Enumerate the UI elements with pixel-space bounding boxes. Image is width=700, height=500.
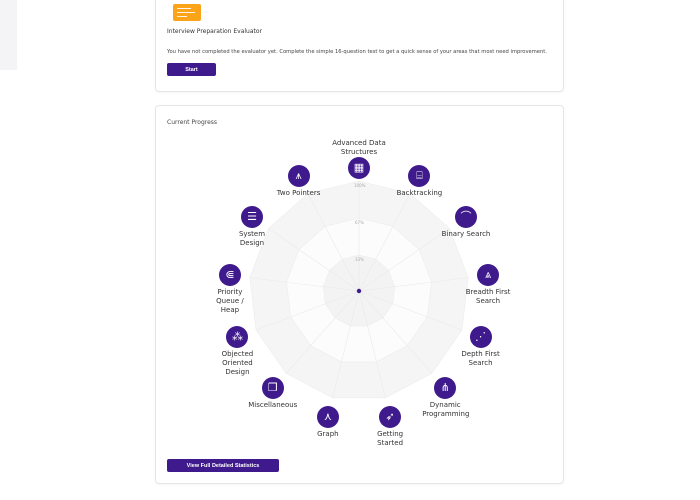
topic-node[interactable]: ⌒ Binary Search xyxy=(421,206,511,239)
topic-node[interactable]: ⋰ Depth First Search xyxy=(458,326,504,368)
topic-node[interactable]: ⩚ Two Pointers xyxy=(254,164,344,198)
tree-icon: ⋔ xyxy=(434,377,457,400)
topic-node[interactable]: ☰ System Design xyxy=(229,206,275,248)
topic-node[interactable]: ⋔ Dynamic Programming xyxy=(422,377,470,419)
two-pointers-icon: ⩚ xyxy=(287,164,310,187)
topic-node[interactable]: ➶ Getting Started xyxy=(367,406,413,448)
evaluator-card: Interview Preparation Evaluator You have… xyxy=(155,0,564,92)
topic-label: Graph xyxy=(317,430,339,439)
evaluator-title: Interview Preparation Evaluator xyxy=(167,28,263,35)
copy-squares-icon: ❐ xyxy=(261,377,284,400)
topic-label: Breadth First Search xyxy=(465,288,511,306)
binary-search-icon: ⌒ xyxy=(454,206,477,229)
evaluator-illustration xyxy=(173,4,201,21)
topic-label: Advanced Data Structures xyxy=(332,139,386,156)
topic-label: System Design xyxy=(238,230,266,248)
ring-label-67: 67% xyxy=(355,220,364,225)
topic-label: Depth First Search xyxy=(461,350,500,368)
view-statistics-button[interactable]: View Full Detailed Statistics xyxy=(167,459,279,472)
topic-node[interactable]: ❐ Miscellaneous xyxy=(228,377,318,410)
topic-label: Two Pointers xyxy=(276,188,321,197)
rocket-icon: ➶ xyxy=(379,406,402,429)
start-button[interactable]: Start xyxy=(167,63,216,76)
maze-icon: ⌸ xyxy=(408,164,431,187)
ring-label-100: 100% xyxy=(354,183,366,188)
queue-icon: ⋐ xyxy=(218,264,241,287)
topic-label: Objected Oriented Design xyxy=(221,350,254,377)
topic-label: Miscellaneous xyxy=(248,401,298,410)
topic-node[interactable]: ⌸ Backtracking xyxy=(374,164,464,198)
path-icon: ⋰ xyxy=(469,326,492,349)
topic-node[interactable]: ⁂ Objected Oriented Design xyxy=(214,326,260,377)
topic-label: Binary Search xyxy=(441,230,491,239)
hierarchy-icon: ⁂ xyxy=(226,326,249,349)
graph-icon: ⋏ xyxy=(316,406,339,429)
topic-label: Priority Queue / Heap xyxy=(216,288,244,315)
topic-label: Getting Started xyxy=(377,430,404,448)
progress-card: Current Progress 100% 67% 33% Advanced D… xyxy=(155,105,564,484)
sidebar-edge xyxy=(0,0,17,70)
grid-blocks-icon: ▦ xyxy=(348,157,370,179)
ring-label-33: 33% xyxy=(355,257,364,262)
topic-node[interactable]: ⋐ Priority Queue / Heap xyxy=(207,264,253,315)
layers-icon: ⩓ xyxy=(477,264,500,287)
radar-center-point xyxy=(356,288,362,294)
topic-node[interactable]: ⩓ Breadth First Search xyxy=(465,264,511,306)
database-icon: ☰ xyxy=(241,206,263,229)
topic-node[interactable]: ⋏ Graph xyxy=(283,406,373,439)
topic-label: Dynamic Programming xyxy=(422,401,470,419)
topic-label: Backtracking xyxy=(396,188,443,197)
evaluator-description: You have not completed the evaluator yet… xyxy=(167,49,547,55)
